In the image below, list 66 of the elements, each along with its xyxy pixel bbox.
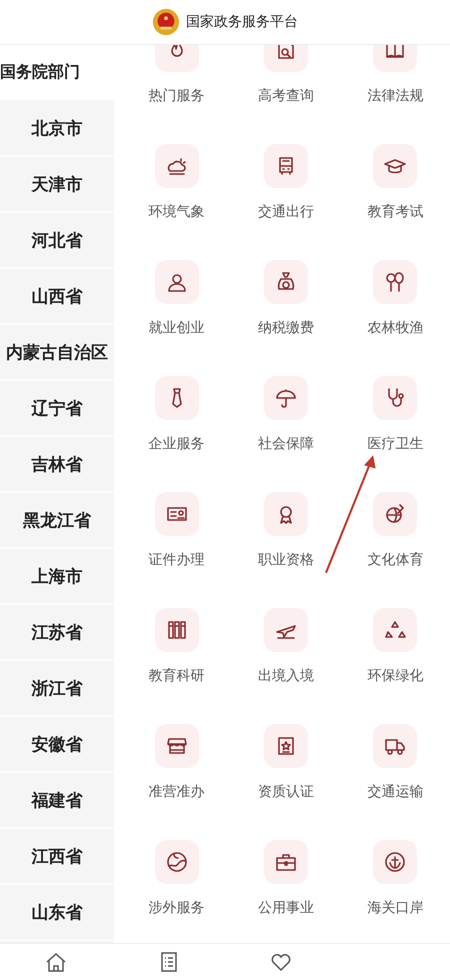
service-label[interactable]: 高考查询 [258,86,314,106]
region-item[interactable]: 安徽省 [0,717,114,773]
service-label[interactable]: 出境入境 [258,666,314,686]
service-tile[interactable] [373,260,418,304]
service-label[interactable]: 法律法规 [367,86,424,106]
service-tile[interactable] [154,144,199,188]
region-item[interactable]: 北京市 [0,101,114,157]
service-tile[interactable] [154,492,199,536]
service-label[interactable]: 资质认证 [258,782,314,802]
service-label[interactable]: 热门服务 [148,86,205,106]
region-item[interactable]: 江西省 [0,829,114,885]
home-icon[interactable] [44,950,68,974]
service-label[interactable]: 教育考试 [367,202,424,222]
service-label[interactable]: 公用事业 [258,898,314,918]
service-tile[interactable] [154,376,199,420]
service-label[interactable]: 准营准办 [148,782,205,802]
service-tile[interactable] [264,260,308,304]
service-tile[interactable] [373,376,418,420]
service-label[interactable]: 涉外服务 [148,898,205,918]
service-label[interactable]: 环境气象 [148,202,205,222]
service-tile[interactable] [154,608,199,652]
region-item[interactable]: 山东省 [0,885,114,941]
service-label[interactable]: 教育科研 [148,666,205,686]
service-tile[interactable] [373,724,418,768]
service-label[interactable]: 环保绿化 [367,666,424,686]
region-item[interactable]: 辽宁省 [0,381,114,437]
service-tile[interactable] [373,608,418,652]
region-item[interactable]: 福建省 [0,773,114,829]
service-label[interactable]: 医疗卫生 [367,434,424,454]
service-label[interactable]: 交通运输 [367,782,424,802]
service-tile[interactable] [264,840,308,884]
service-tile[interactable] [154,260,199,304]
region-item[interactable]: 黑龙江省 [0,493,114,549]
region-item[interactable]: 吉林省 [0,437,114,493]
region-item[interactable]: 内蒙古自治区 [0,325,114,381]
service-tile[interactable] [373,144,418,188]
service-label[interactable]: 企业服务 [148,434,205,454]
service-tile[interactable] [264,608,308,652]
region-item[interactable]: 国务院部门 [0,45,114,101]
region-item[interactable]: 江苏省 [0,605,114,661]
app-title: 国家政务服务平台 [186,13,298,31]
region-item[interactable]: 山西省 [0,269,114,325]
service-label[interactable]: 就业创业 [148,318,205,338]
service-label[interactable]: 农林牧渔 [367,318,424,338]
region-item[interactable]: 上海市 [0,549,114,605]
anchor-icon [383,850,408,874]
region-item[interactable]: 河北省 [0,213,114,269]
service-tile[interactable] [373,840,418,884]
globe-icon [164,850,189,874]
service-tile[interactable] [264,724,308,768]
service-tile[interactable] [264,144,308,188]
service-tile[interactable] [264,376,308,420]
service-tile[interactable] [154,724,199,768]
service-label[interactable]: 交通出行 [258,202,314,222]
service-label[interactable]: 海关口岸 [367,898,424,918]
service-label[interactable]: 证件办理 [148,550,205,570]
emblem-icon [152,8,180,36]
service-tile[interactable] [264,492,308,536]
region-item[interactable]: 天津市 [0,157,114,213]
service-label[interactable]: 社会保障 [258,434,314,454]
service-tile[interactable] [154,840,199,884]
region-item[interactable]: 浙江省 [0,661,114,717]
service-label[interactable]: 职业资格 [258,550,314,570]
service-label[interactable]: 文化体育 [367,550,424,570]
service-tile[interactable] [373,492,418,536]
service-label[interactable]: 纳税缴费 [258,318,314,338]
